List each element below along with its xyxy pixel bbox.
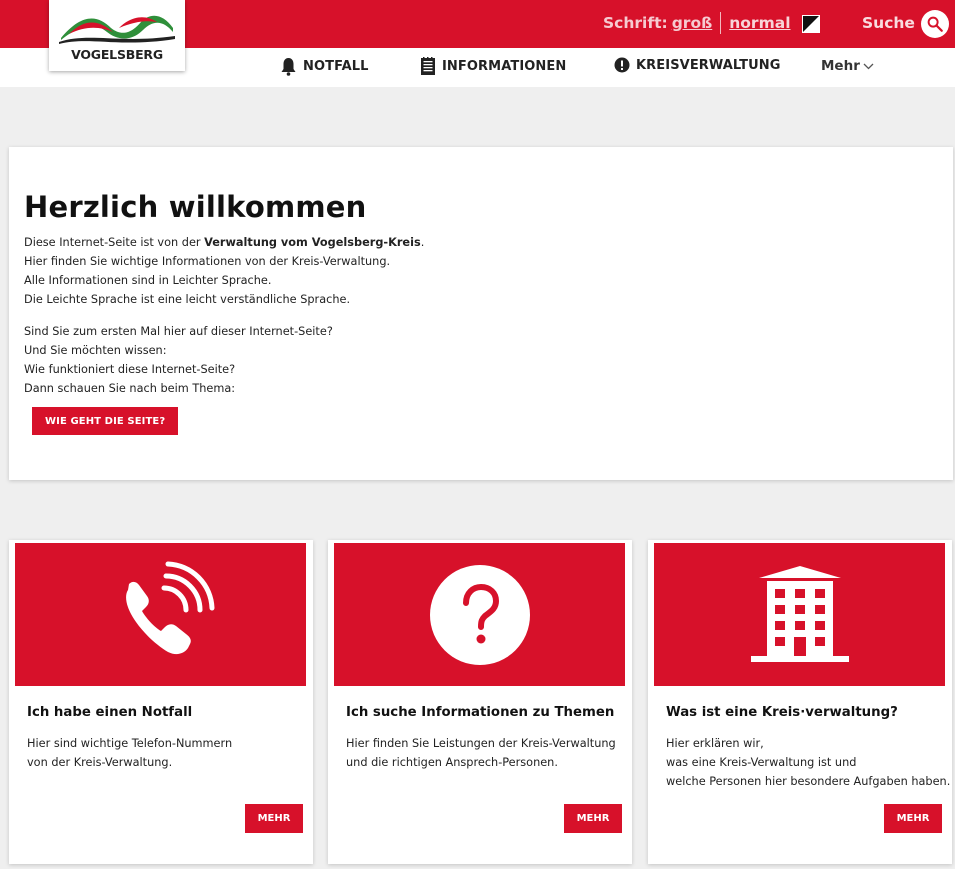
vogelsberg-logo-mark <box>59 15 175 44</box>
welcome-intro-text: Diese Internet-Seite ist von der Verwalt… <box>24 233 424 309</box>
nav-item-notfall[interactable]: NOTFALL <box>280 57 369 76</box>
search-icon[interactable] <box>921 10 949 38</box>
card-title: Was ist eine Kreis·verwaltung? <box>666 705 898 720</box>
document-icon <box>420 57 436 76</box>
card-informationen[interactable]: Ich suche Informationen zu Themen Hier f… <box>328 540 632 864</box>
search-label[interactable]: Suche <box>862 14 915 32</box>
building-icon <box>750 565 849 662</box>
welcome-panel: Herzlich willkommen Diese Internet-Seite… <box>9 147 953 480</box>
card-more-button[interactable]: MEHR <box>884 804 942 833</box>
bell-icon <box>280 57 297 76</box>
card-more-button[interactable]: MEHR <box>564 804 622 833</box>
help-line: Und Sie möchten wissen: <box>24 344 167 357</box>
help-line: Wie funktioniert diese Internet-Seite? <box>24 363 236 376</box>
intro-line: Die Leichte Sprache ist eine leicht vers… <box>24 293 351 306</box>
phone-icon <box>125 561 214 654</box>
card-image <box>334 543 625 686</box>
chevron-down-icon <box>860 58 874 74</box>
card-description: Hier sind wichtige Telefon-Nummern von d… <box>27 737 233 769</box>
card-title: Ich habe einen Notfall <box>27 705 193 720</box>
help-line: Dann schauen Sie nach beim Thema: <box>24 382 236 395</box>
intro-line: Diese Internet-Seite ist von der Verwalt… <box>24 236 425 249</box>
site-logo[interactable]: VOGELSBERG <box>49 0 185 71</box>
nav-item-informationen[interactable]: INFORMATIONEN <box>420 57 566 76</box>
font-size-divider <box>720 12 722 34</box>
page-title: Herzlich willkommen <box>24 190 367 224</box>
logo-text: VOGELSBERG <box>71 47 163 62</box>
card-notfall[interactable]: Ich habe einen Notfall Hier sind wichtig… <box>9 540 313 864</box>
help-line: Sind Sie zum ersten Mal hier auf dieser … <box>24 325 333 338</box>
nav-item-label: KREISVERWALTUNG <box>636 57 781 73</box>
card-more-button[interactable]: MEHR <box>245 804 303 833</box>
nav-item-kreisverwaltung[interactable]: KREISVERWALTUNG <box>614 57 781 73</box>
contrast-icon[interactable] <box>802 15 820 33</box>
intro-line: Alle Informationen sind in Leichter Spra… <box>24 274 272 287</box>
card-kreisverwaltung[interactable]: Was ist eine Kreis·verwaltung? Hier erkl… <box>648 540 952 864</box>
question-icon <box>429 564 530 665</box>
exclamation-icon <box>614 57 630 73</box>
card-description: Hier erklären wir, was eine Kreis-Verwal… <box>666 737 951 788</box>
nav-more-dropdown[interactable]: Mehr <box>821 58 874 74</box>
card-description: Hier finden Sie Leistungen der Kreis-Ver… <box>346 737 616 769</box>
font-size-normal-link[interactable]: normal <box>729 14 790 32</box>
card-title: Ich suche Informationen zu Themen <box>346 705 615 720</box>
font-size-control: Schrift: groß normal <box>603 12 791 34</box>
how-it-works-button[interactable]: WIE GEHT DIE SEITE? <box>32 407 179 435</box>
card-image <box>15 543 306 686</box>
intro-line: Hier finden Sie wichtige Informationen v… <box>24 255 391 268</box>
font-size-large-link[interactable]: groß <box>672 14 713 32</box>
intro-bold: Verwaltung vom Vogelsberg-Kreis <box>204 236 421 249</box>
welcome-help-text: Sind Sie zum ersten Mal hier auf dieser … <box>24 322 333 398</box>
nav-item-label: INFORMATIONEN <box>442 59 567 74</box>
card-image <box>654 543 945 686</box>
nav-item-label: NOTFALL <box>303 59 369 74</box>
nav-more-label: Mehr <box>821 58 860 74</box>
font-size-label: Schrift: <box>603 14 668 32</box>
